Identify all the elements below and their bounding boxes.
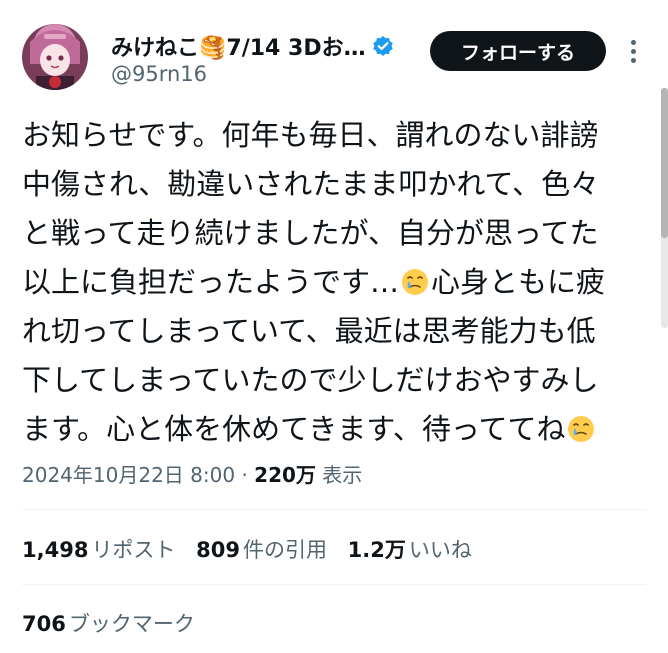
tweet-timestamp[interactable]: 2024年10月22日 8:00 (22, 463, 235, 487)
likes-label: いいね (408, 538, 472, 562)
bookmarks-count: 706 (22, 612, 66, 636)
tweet-line: 中傷され、勘違いされたまま叩かれて、色々 (22, 167, 600, 201)
author-name-row[interactable]: みけねこ🥞7/14 3Dお… (111, 30, 394, 62)
tweet-line-part: 心身ともに疲 (431, 265, 606, 299)
tweet-line: 以上に負担だったようです… 心身ともに疲 (22, 258, 652, 307)
tweet-line: ます。心と体を休めてきます、待っててね (22, 405, 652, 454)
tweet-line-part: 以上に負担だったようです… (22, 265, 400, 299)
engagement-stats: 1,498 リポスト 809 件の引用 1.2万 いいね (22, 534, 486, 564)
tweet-line: れ切ってしまっていて、最近は思考能力も低 (22, 314, 596, 348)
holding-back-tears-emoji-icon (566, 410, 596, 442)
tweet-line: と戦って走り続けましたが、自分が思ってた (22, 216, 599, 250)
quotes-stat[interactable]: 809 件の引用 (196, 534, 327, 564)
bookmarks-stat[interactable]: 706 ブックマーク (22, 608, 195, 638)
likes-count: 1.2万 (347, 538, 406, 562)
reposts-stat[interactable]: 1,498 リポスト (22, 534, 175, 564)
tweet-meta: 2024年10月22日 8:00 · 220万 表示 (22, 459, 362, 488)
scrollbar-thumb[interactable] (661, 88, 668, 238)
divider (22, 584, 646, 585)
profile-avatar[interactable] (22, 24, 88, 90)
tweet-line: 下してしまっていたので少しだけおやすみし (22, 363, 599, 397)
holding-back-tears-emoji-icon (400, 263, 430, 295)
views-label: 表示 (322, 463, 363, 487)
reposts-count: 1,498 (22, 538, 89, 562)
views-count: 220万 (254, 463, 316, 487)
author-handle[interactable]: @95rn16 (111, 62, 207, 86)
likes-stat[interactable]: 1.2万 いいね (348, 534, 472, 564)
quotes-label: 件の引用 (242, 538, 327, 562)
meta-separator: · (241, 463, 248, 487)
tweet-line-part: ます。心と体を休めてきます、待っててね (22, 412, 566, 446)
tweet-line: お知らせです。何年も毎日、謂れのない誹謗 (22, 118, 599, 152)
tweet-text: お知らせです。何年も毎日、謂れのない誹謗 中傷され、勘違いされたまま叩かれて、色… (22, 111, 652, 454)
more-options-icon[interactable] (624, 36, 642, 68)
verified-badge-icon (372, 35, 394, 57)
divider (22, 509, 646, 510)
quotes-count: 809 (196, 538, 240, 562)
follow-button[interactable]: フォローする (430, 31, 606, 71)
author-display-name[interactable]: みけねこ🥞7/14 3Dお… (111, 30, 366, 62)
reposts-label: リポスト (91, 538, 176, 562)
bookmarks-label: ブックマーク (68, 612, 195, 636)
